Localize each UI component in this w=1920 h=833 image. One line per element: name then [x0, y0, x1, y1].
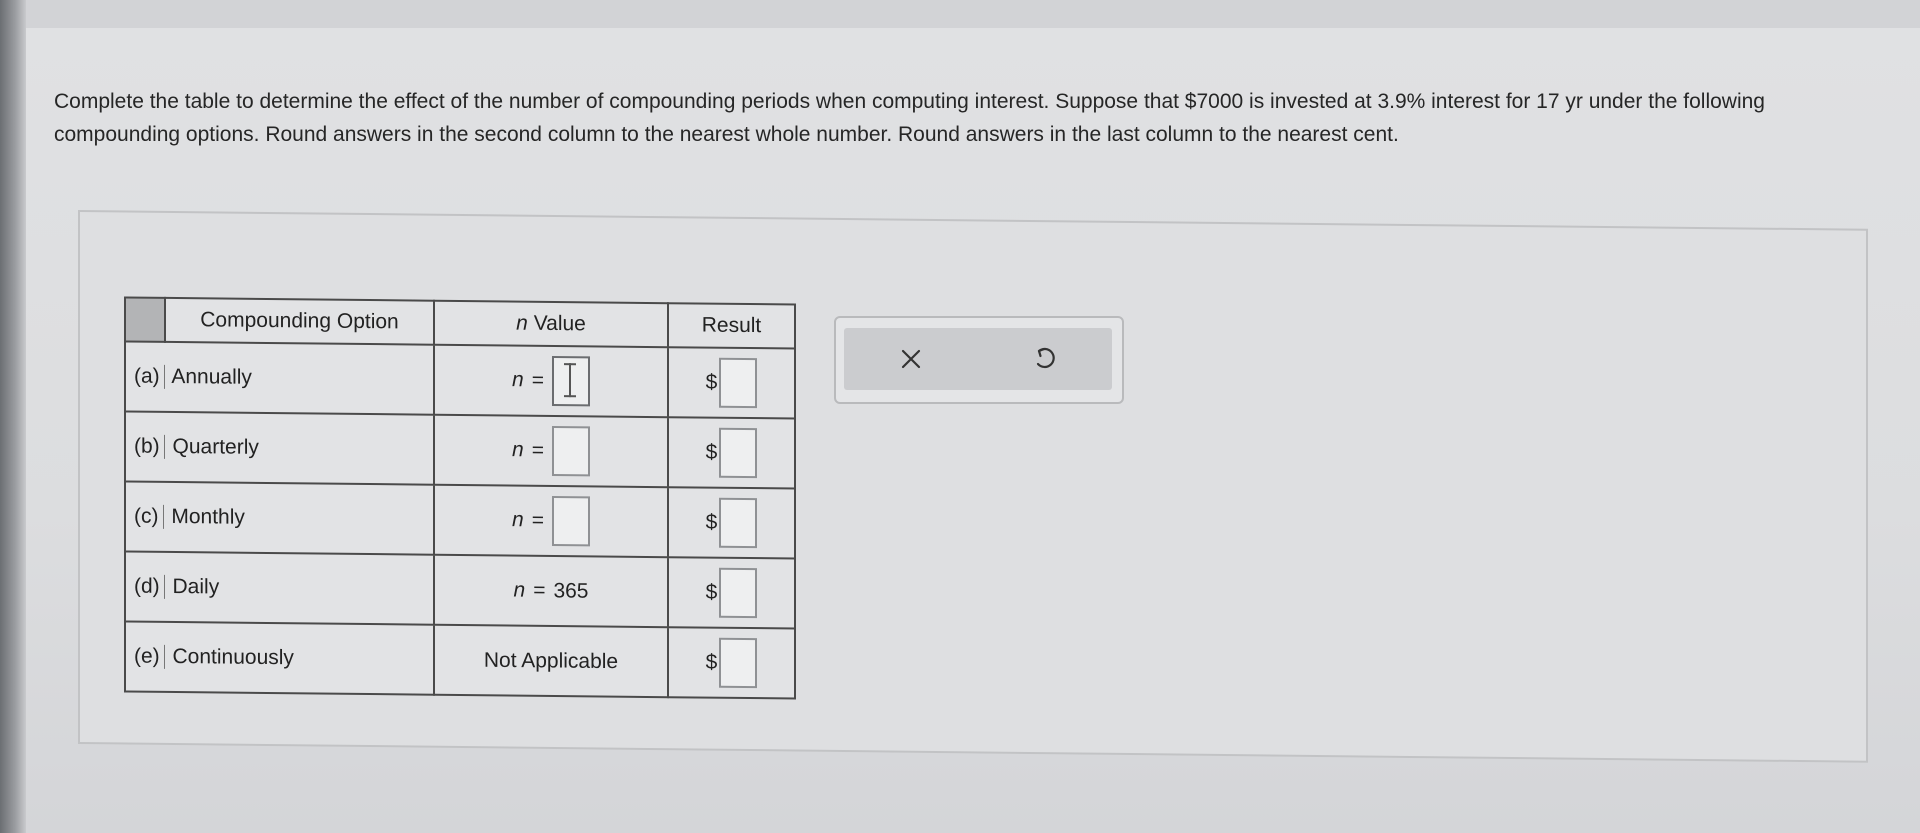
row-d-result-cell: $	[668, 557, 795, 629]
row-e-result-cell: $	[668, 627, 795, 699]
undo-icon	[1036, 347, 1055, 369]
row-a-n-input[interactable]	[551, 355, 590, 407]
undo-button[interactable]	[1019, 333, 1071, 385]
row-a-option-cell: (a) Annually	[125, 341, 434, 415]
row-c-letter: (c)	[134, 504, 164, 529]
header-n-variable: n	[516, 311, 528, 335]
row-a-dollar-sign: $	[705, 370, 718, 394]
row-b-dollar-sign: $	[705, 440, 718, 464]
question-instructions: Complete the table to determine the effe…	[54, 90, 1765, 146]
table-row: (c) Monthly n = $	[125, 481, 795, 559]
row-b-equals: =	[531, 438, 544, 462]
row-a-result-input[interactable]	[719, 357, 758, 409]
row-e-not-applicable: Not Applicable	[483, 648, 619, 673]
row-c-n-cell: n =	[434, 484, 668, 558]
row-d-n-variable: n	[513, 578, 526, 602]
row-d-equals: =	[533, 578, 546, 602]
header-result: Result	[668, 303, 795, 349]
table-row: (a) Annually n = $	[125, 341, 795, 419]
compounding-table: Compounding Option n Value Result (a) An…	[124, 296, 796, 700]
toolbar-button-group	[844, 328, 1112, 390]
row-a-option: Annually	[171, 364, 252, 389]
table-corner-cell	[125, 297, 165, 342]
row-c-n-input[interactable]	[551, 495, 590, 547]
row-a-n-variable: n	[512, 368, 524, 392]
row-d-result-input[interactable]	[719, 567, 758, 619]
row-b-option: Quarterly	[172, 434, 259, 459]
row-e-option: Continuously	[172, 644, 294, 670]
row-b-result-input[interactable]	[719, 427, 758, 479]
row-a-letter: (a)	[134, 364, 165, 389]
screen-bezel	[0, 0, 26, 833]
row-e-n-cell: Not Applicable	[434, 624, 668, 698]
row-a-equals: =	[531, 368, 544, 392]
table-row: (b) Quarterly n = $	[125, 411, 795, 489]
row-c-option: Monthly	[171, 504, 245, 529]
row-c-result-input[interactable]	[719, 497, 758, 549]
row-c-n-variable: n	[512, 508, 524, 532]
row-c-result-cell: $	[668, 487, 795, 559]
row-e-dollar-sign: $	[705, 650, 718, 674]
row-b-n-variable: n	[512, 438, 524, 462]
header-value-label: Value	[533, 311, 586, 336]
row-d-option-cell: (d) Daily	[125, 551, 434, 625]
table-row: (d) Daily n = 365 $	[125, 551, 795, 629]
row-d-n-value: 365	[553, 579, 589, 603]
clear-button[interactable]	[885, 333, 937, 385]
answer-toolbar	[834, 316, 1124, 404]
table-row: (e) Continuously Not Applicable $	[125, 621, 795, 699]
row-c-equals: =	[531, 508, 544, 532]
row-b-n-cell: n =	[434, 414, 668, 488]
header-compounding-option: Compounding Option	[165, 297, 434, 345]
close-icon	[901, 349, 921, 369]
row-d-option: Daily	[172, 574, 220, 599]
row-a-result-cell: $	[668, 347, 795, 419]
row-e-option-cell: (e) Continuously	[125, 621, 434, 695]
text-cursor-icon	[568, 363, 571, 398]
row-e-result-input[interactable]	[719, 637, 758, 689]
row-d-dollar-sign: $	[705, 580, 718, 604]
row-d-letter: (d)	[134, 574, 165, 599]
row-b-letter: (b)	[134, 434, 165, 459]
answer-panel: Compounding Option n Value Result (a) An…	[78, 210, 1868, 763]
row-b-n-input[interactable]	[551, 425, 590, 477]
row-b-option-cell: (b) Quarterly	[125, 411, 434, 485]
row-b-result-cell: $	[668, 417, 795, 489]
row-e-letter: (e)	[134, 644, 165, 669]
header-n-value: n Value	[434, 300, 668, 348]
row-c-dollar-sign: $	[705, 510, 718, 534]
row-c-option-cell: (c) Monthly	[125, 481, 434, 555]
table-header-row: Compounding Option n Value Result	[125, 297, 795, 349]
row-d-n-cell: n = 365	[434, 554, 668, 628]
row-a-n-cell: n =	[434, 344, 668, 418]
question-page: Complete the table to determine the effe…	[26, 28, 1920, 833]
